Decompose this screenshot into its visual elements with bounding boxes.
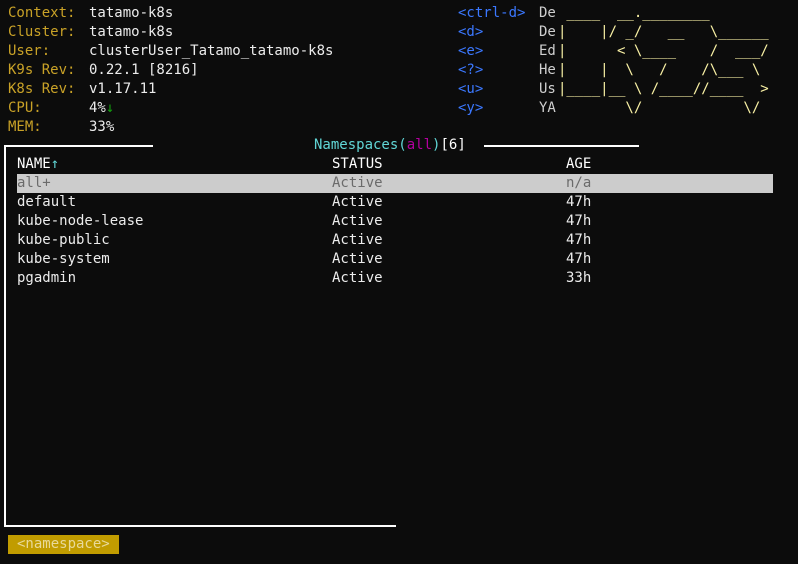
hint-key: <?> (458, 62, 484, 78)
cpu-value: 4% (89, 100, 106, 116)
k9s-rev-label: K9s Rev: (8, 62, 76, 78)
cell-name: pgadmin (17, 270, 77, 286)
view-name: Namespaces (314, 137, 399, 153)
frame-top-left-rule (4, 145, 153, 147)
breadcrumb-namespace: <namespace> (8, 535, 119, 554)
open-paren: ( (398, 137, 407, 153)
cluster-label: Cluster: (8, 24, 76, 40)
hint-key: <d> (458, 24, 484, 40)
cell-status: Active (332, 232, 383, 248)
table-row[interactable]: kube-system Active 47h (17, 250, 773, 269)
table-row[interactable]: kube-node-lease Active 47h (17, 212, 773, 231)
key-hints: <ctrl-d> De <d> De <e> Ed <?> He <u> Us <y> YA (458, 4, 556, 118)
k8s-rev-row: K8s Rev: v1.17.11 (8, 80, 333, 99)
k9s-rev-value: 0.22.1 [8216] (89, 62, 199, 78)
hint-delete[interactable]: <ctrl-d> De (458, 4, 556, 23)
hint-key: <u> (458, 81, 484, 97)
cell-age: 47h (566, 194, 592, 210)
cell-status: Active (332, 251, 383, 267)
frame-top-right-rule (484, 145, 639, 147)
hint-key: <e> (458, 43, 484, 59)
table-row[interactable]: pgadmin Active 33h (17, 269, 773, 288)
cell-age: 47h (566, 232, 592, 248)
cluster-info: Context: tatamo-k8s Cluster: tatamo-k8s Us… (8, 4, 333, 137)
namespace-table: NAME↑ STATUS AGE all+ Active n/a default… (17, 155, 773, 288)
view-title: Namespaces(all)[6] (314, 136, 466, 155)
mem-row: MEM: 33% (8, 118, 333, 137)
cell-age: 47h (566, 213, 592, 229)
hint-describe[interactable]: <d> De (458, 23, 556, 42)
table-row[interactable]: kube-public Active 47h (17, 231, 773, 250)
cell-age: 47h (566, 251, 592, 267)
context-label: Context: (8, 5, 76, 21)
k9s-logo: ____ __.________ | |/ _/ __ \______ | < … (558, 5, 769, 116)
hint-yaml[interactable]: <y> YA (458, 99, 556, 118)
header-name-label: NAME (17, 156, 51, 172)
table-row[interactable]: all+ Active n/a (17, 174, 773, 193)
k8s-rev-label: K8s Rev: (8, 81, 76, 97)
user-row: User: clusterUser_Tatamo_tatamo-k8s (8, 42, 333, 61)
cell-name: default (17, 194, 77, 210)
cell-status: Active (332, 213, 383, 229)
context-row: Context: tatamo-k8s (8, 4, 333, 23)
cpu-row: CPU: 4%↓ (8, 99, 333, 118)
mem-value: 33% (89, 119, 115, 135)
column-header-name[interactable]: NAME↑ (17, 155, 59, 174)
cell-age: n/a (566, 175, 592, 191)
table-header: NAME↑ STATUS AGE (17, 155, 773, 174)
table-row[interactable]: default Active 47h (17, 193, 773, 212)
cell-name: kube-public (17, 232, 110, 248)
view-namespace: all (406, 137, 433, 153)
sort-ascending-icon: ↑ (50, 156, 60, 172)
cell-status: Active (332, 270, 383, 286)
hint-desc: Ed (539, 43, 556, 59)
hint-desc: De (539, 5, 556, 21)
frame-left-border (4, 145, 6, 527)
column-header-status[interactable]: STATUS (332, 155, 383, 174)
cell-status: Active (332, 194, 383, 210)
column-header-age[interactable]: AGE (566, 155, 591, 174)
cell-name: kube-node-lease (17, 213, 144, 229)
cell-status: Active (332, 175, 383, 191)
user-value: clusterUser_Tatamo_tatamo-k8s (89, 43, 334, 59)
hint-key: <ctrl-d> (458, 5, 526, 21)
cell-name: all+ (17, 175, 51, 191)
cell-age: 33h (566, 270, 592, 286)
cpu-trend-down-icon: ↓ (105, 100, 115, 116)
context-value: tatamo-k8s (89, 5, 174, 21)
view-count: [6] (440, 137, 466, 153)
cluster-value: tatamo-k8s (89, 24, 174, 40)
hint-desc: Us (539, 81, 556, 97)
hint-help[interactable]: <?> He (458, 61, 556, 80)
hint-key: <y> (458, 100, 484, 116)
mem-label: MEM: (8, 119, 42, 135)
hint-desc: He (539, 62, 556, 78)
cell-name: kube-system (17, 251, 110, 267)
cluster-row: Cluster: tatamo-k8s (8, 23, 333, 42)
cpu-label: CPU: (8, 100, 42, 116)
hint-use[interactable]: <u> Us (458, 80, 556, 99)
k8s-rev-value: v1.17.11 (89, 81, 157, 97)
frame-bottom-border (4, 525, 396, 527)
hint-desc: De (539, 24, 556, 40)
hint-desc: YA (539, 100, 556, 116)
user-label: User: (8, 43, 51, 59)
k9s-rev-row: K9s Rev: 0.22.1 [8216] (8, 61, 333, 80)
hint-edit[interactable]: <e> Ed (458, 42, 556, 61)
